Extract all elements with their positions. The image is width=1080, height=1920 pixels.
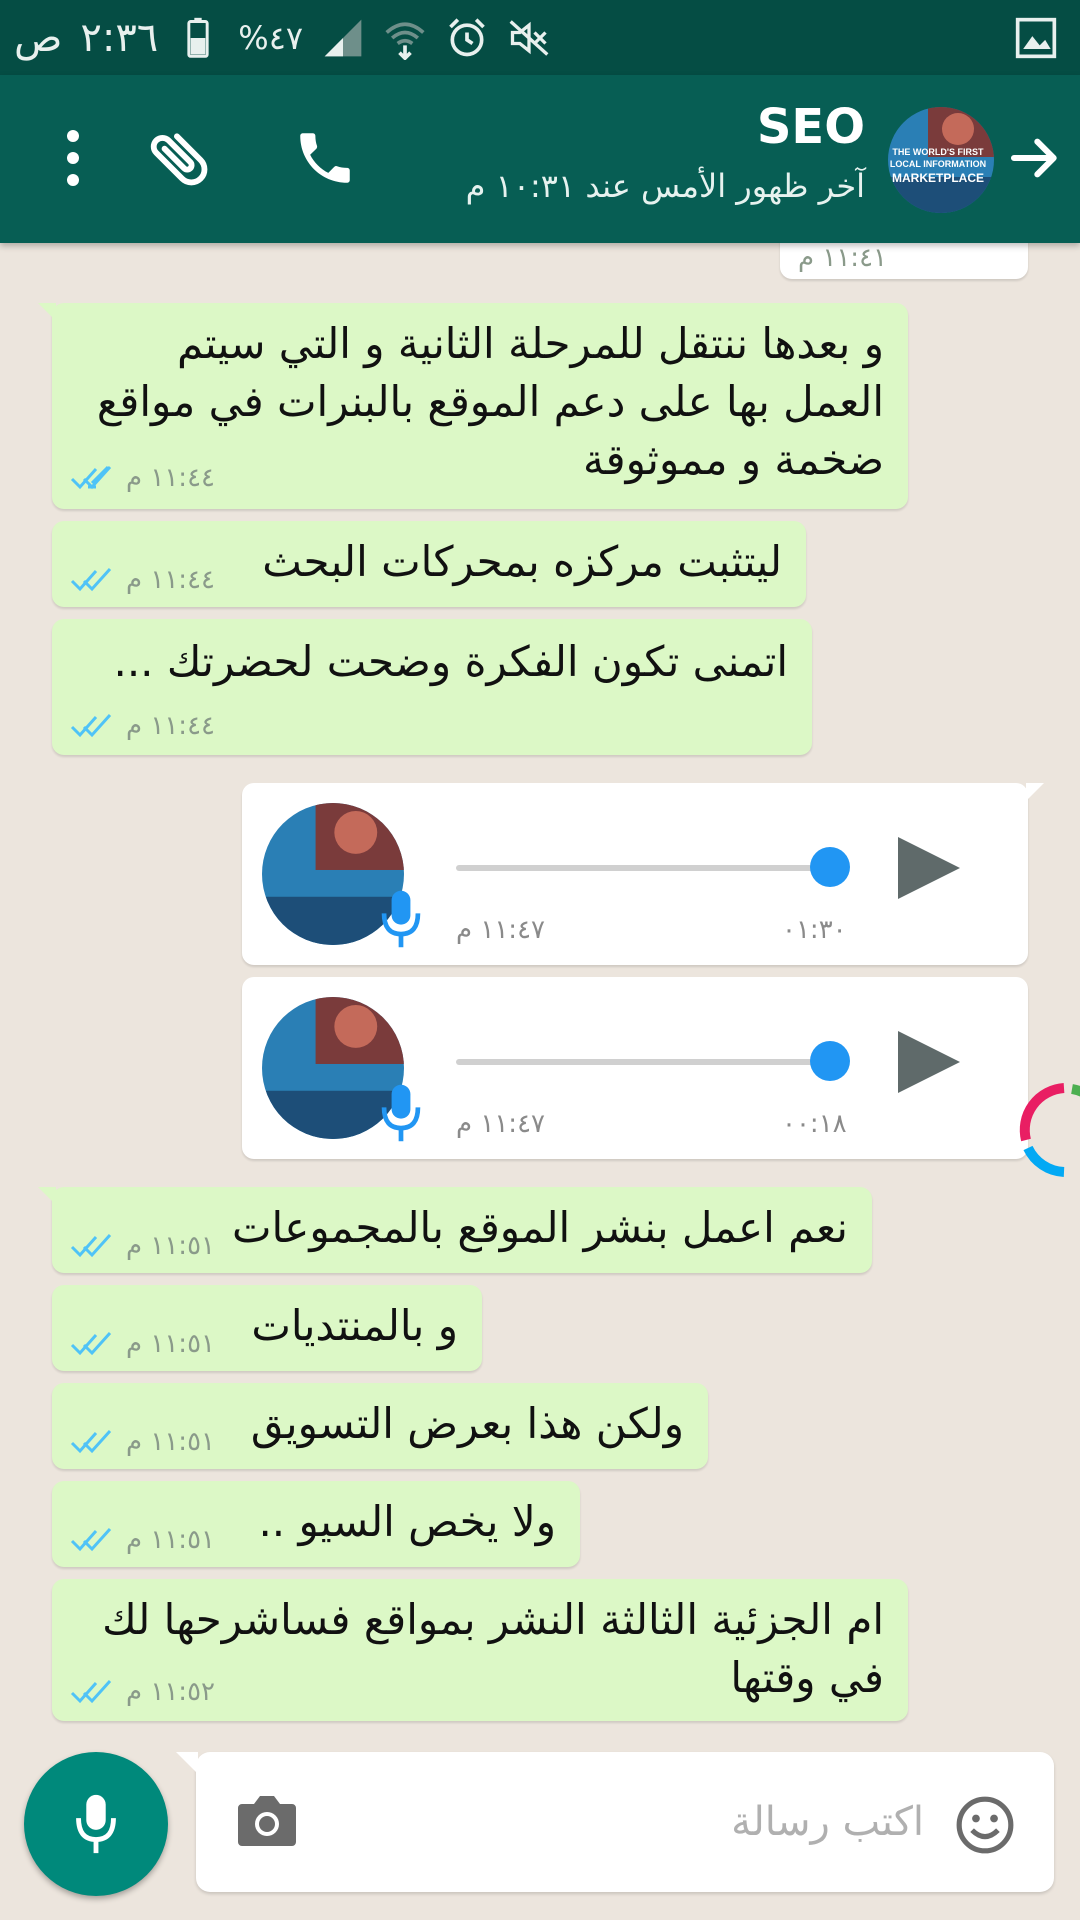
signal-icon — [324, 19, 362, 56]
message-bubble[interactable]: اتمنى تكون الفكرة وضحت لحضرتك ... ١١:٤٤ … — [52, 619, 812, 755]
message-time: ١١:٥١ م — [126, 1329, 215, 1359]
message-bubble[interactable]: و بالمنتديات ١١:٥١ م — [52, 1285, 482, 1371]
last-seen: آخر ظهور الأمس عند ١٠:٣١ م — [465, 167, 865, 205]
message-text: اتمنى تكون الفكرة وضحت لحضرتك ... — [113, 637, 788, 686]
message-bubble[interactable]: ولا يخص السيو .. ١١:٥١ م — [52, 1481, 580, 1567]
contact-name[interactable]: SEO — [757, 99, 865, 155]
voice-record-button[interactable] — [24, 1752, 168, 1896]
attach-button[interactable] — [135, 113, 225, 203]
overflow-menu-button[interactable] — [28, 113, 118, 203]
message-meta: ١١:٥٢ م — [70, 1677, 215, 1707]
avatar-image: THE WORLD'S FIRST LOCAL INFORMATION MARK… — [888, 107, 994, 213]
message-time: ١١:٤٤ م — [126, 565, 215, 595]
message-bubble[interactable]: ام الجزئية الثالثة النشر بمواقع فساشرحها… — [52, 1579, 908, 1721]
avatar-text-2: LOCAL INFORMATION — [890, 159, 986, 169]
message-text: ليتثبت مركزه بمحركات البحث — [262, 537, 782, 586]
message-bubble[interactable]: ولكن هذا بعرض التسويق ١١:٥١ م — [52, 1383, 708, 1469]
message-meta: ١١:٥١ م — [70, 1231, 215, 1261]
wifi-icon — [385, 21, 425, 60]
message-time: ١١:٥١ م — [126, 1525, 215, 1555]
voice-message[interactable]: ١١:٤٧ م ٠٠:١٨ — [242, 977, 1028, 1159]
composer-tail — [176, 1752, 198, 1774]
message-text: ولكن هذا بعرض التسويق — [250, 1399, 684, 1448]
chat-header: SEO آخر ظهور الأمس عند ١٠:٣١ م THE WORLD… — [0, 75, 1080, 243]
menu-icon — [67, 130, 79, 186]
emoji-icon[interactable] — [954, 1794, 1016, 1856]
mic-icon — [381, 890, 421, 948]
message-bubble-cut[interactable]: ١١:٤١ م — [780, 243, 1028, 279]
avatar-text-1: THE WORLD'S FIRST — [892, 147, 984, 157]
status-ampm: ص — [14, 14, 63, 61]
mute-icon — [509, 19, 549, 56]
double-tick-icon — [70, 1429, 112, 1454]
bubble-tail — [38, 1187, 56, 1205]
play-icon[interactable] — [892, 1027, 964, 1097]
voice-time: ١١:٤٧ م — [456, 1109, 545, 1139]
mic-icon — [76, 1794, 116, 1854]
camera-icon[interactable] — [234, 1792, 300, 1850]
message-bubble[interactable]: و بعدها ننتقل للمرحلة الثانية و التي سيت… — [38, 303, 908, 509]
message-bubble[interactable]: ليتثبت مركزه بمحركات البحث ١١:٤٤ م — [52, 521, 806, 607]
double-tick-icon — [70, 567, 112, 592]
avatar-text-3: MARKETPLACE — [892, 171, 984, 185]
status-bar: ص ٢:٣٦ %٤٧ — [0, 0, 1080, 75]
voice-duration: ٠٠:١٨ — [782, 1109, 847, 1139]
mic-icon — [381, 1084, 421, 1142]
contact-avatar[interactable]: THE WORLD'S FIRST LOCAL INFORMATION MARK… — [888, 107, 994, 213]
loading-ring-icon — [1019, 1083, 1080, 1177]
message-meta: ١١:٤٤ م — [70, 565, 215, 595]
battery-percent: %٤٧ — [238, 18, 304, 57]
message-time: ١١:٥١ م — [126, 1231, 215, 1261]
message-time: ١١:٤٤ م — [126, 463, 215, 493]
status-time: ٢:٣٦ — [80, 14, 159, 61]
attach-icon — [150, 133, 208, 186]
voice-seek-thumb[interactable] — [810, 1041, 850, 1081]
call-button[interactable] — [280, 113, 370, 203]
double-tick-icon — [70, 465, 112, 490]
bubble-tail — [38, 303, 56, 321]
status-clock: ص ٢:٣٦ %٤٧ — [14, 15, 551, 61]
message-text: و بالمنتديات — [251, 1301, 458, 1350]
back-arrow-icon — [1010, 138, 1057, 178]
message-bubble[interactable]: نعم اعمل بنشر الموقع بالمجموعات ١١:٥١ م — [38, 1187, 872, 1273]
double-tick-icon — [70, 1233, 112, 1258]
double-tick-icon — [70, 713, 112, 738]
back-button[interactable] — [1000, 113, 1070, 203]
voice-duration: ٠١:٣٠ — [782, 915, 847, 945]
message-time: ١١:٤١ م — [798, 243, 887, 273]
chat-area[interactable]: ١١:٤١ م و بعدها ننتقل للمرحلة الثانية و … — [0, 243, 1080, 1743]
voice-seek-thumb[interactable] — [810, 847, 850, 887]
voice-message[interactable]: ١١:٤٧ م ٠١:٣٠ — [242, 783, 1044, 965]
voice-seek-track[interactable] — [456, 865, 846, 871]
phone-icon — [300, 133, 350, 183]
message-composer — [176, 1752, 1054, 1892]
message-meta: ١١:٥١ م — [70, 1525, 215, 1555]
message-text: ولا يخص السيو .. — [258, 1497, 556, 1546]
message-input[interactable] — [364, 1782, 924, 1862]
message-meta: ١١:٤٤ م — [70, 711, 215, 741]
bubble-tail — [1026, 783, 1044, 801]
double-tick-icon — [70, 1527, 112, 1552]
message-meta: ١١:٤٤ م — [70, 463, 215, 493]
message-meta: ١١:٥١ م — [70, 1329, 215, 1359]
voice-time: ١١:٤٧ م — [456, 915, 545, 945]
alarm-icon — [449, 17, 485, 56]
message-time: ١١:٥١ م — [126, 1427, 215, 1457]
double-tick-icon — [70, 1679, 112, 1704]
double-tick-icon — [70, 1331, 112, 1356]
gallery-icon — [1015, 17, 1057, 58]
message-text: نعم اعمل بنشر الموقع بالمجموعات — [231, 1203, 848, 1252]
message-time: ١١:٤٤ م — [126, 711, 215, 741]
message-meta: ١١:٥١ م — [70, 1427, 215, 1457]
voice-seek-track[interactable] — [456, 1059, 846, 1065]
play-icon[interactable] — [892, 833, 964, 903]
battery-icon — [187, 17, 209, 58]
message-time: ١١:٥٢ م — [126, 1677, 215, 1707]
message-meta: ١١:٤١ م — [798, 243, 887, 273]
